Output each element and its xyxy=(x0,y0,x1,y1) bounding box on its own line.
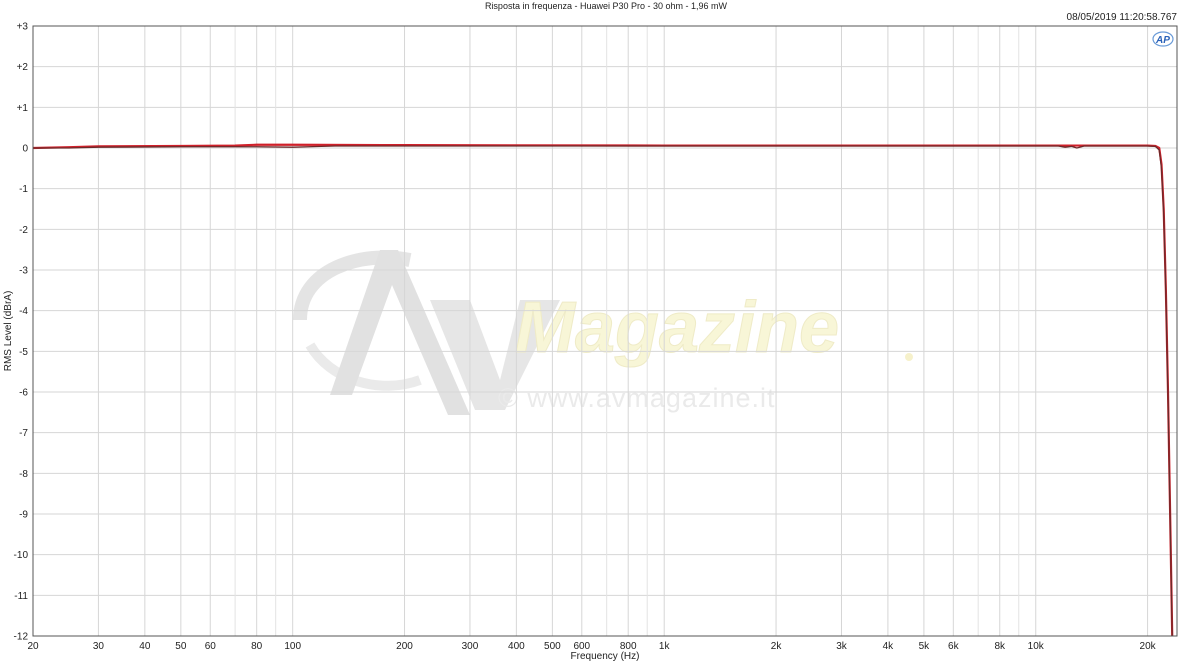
ap-logo-text: AP xyxy=(1155,35,1170,46)
y-tick-label: +3 xyxy=(17,22,29,33)
x-tick-label: 300 xyxy=(462,641,479,652)
y-tick-label: 0 xyxy=(22,144,28,155)
x-tick-label: 200 xyxy=(396,641,413,652)
x-tick-label: 2k xyxy=(771,641,783,652)
y-tick-label: -8 xyxy=(19,469,28,480)
timestamp: 08/05/2019 11:20:58.767 xyxy=(1067,12,1178,23)
x-axis-label: Frequency (Hz) xyxy=(571,651,640,662)
y-tick-label: -7 xyxy=(19,428,28,439)
x-tick-label: 20 xyxy=(27,641,39,652)
y-tick-label: -11 xyxy=(14,591,28,602)
chart-title: Risposta in frequenza - Huawei P30 Pro -… xyxy=(485,1,728,11)
x-tick-label: 400 xyxy=(508,641,525,652)
y-tick-label: -10 xyxy=(14,550,29,561)
ap-logo-icon: AP xyxy=(1152,31,1174,47)
x-tick-label: 40 xyxy=(139,641,151,652)
y-tick-label: +2 xyxy=(17,62,29,73)
y-tick-label: -9 xyxy=(19,510,28,521)
y-tick-label: -4 xyxy=(19,306,28,317)
y-tick-label: -12 xyxy=(14,632,29,643)
x-tick-label: 500 xyxy=(544,641,561,652)
y-tick-label: -1 xyxy=(19,184,28,195)
frequency-response-chart: Magazine © www.avmagazine.it +3 +2 +1 0 -1 -2… xyxy=(0,0,1200,662)
x-tick-label: 80 xyxy=(251,641,263,652)
y-tick-label: -6 xyxy=(19,388,28,399)
x-tick-label: 1k xyxy=(659,641,671,652)
watermark-url: © www.avmagazine.it xyxy=(498,383,776,413)
x-tick-label: 5k xyxy=(919,641,931,652)
x-tick-label: 100 xyxy=(284,641,301,652)
x-tick-label: 30 xyxy=(93,641,105,652)
x-tick-label: 4k xyxy=(883,641,895,652)
watermark-dot xyxy=(905,353,913,361)
x-tick-label: 20k xyxy=(1140,641,1157,652)
x-tick-label: 3k xyxy=(836,641,848,652)
chart-svg: Magazine © www.avmagazine.it +3 +2 +1 0 -1 -2… xyxy=(3,1,1178,662)
y-tick-labels: +3 +2 +1 0 -1 -2 -3 -4 -5 -6 -7 -8 -9 -10 -11 -12 xyxy=(14,22,29,643)
y-axis-label: RMS Level (dBrA) xyxy=(3,291,14,372)
y-tick-label: -2 xyxy=(19,225,28,236)
x-tick-label: 50 xyxy=(175,641,187,652)
y-tick-label: -3 xyxy=(19,266,28,277)
y-tick-label: +1 xyxy=(17,103,29,114)
x-tick-label: 8k xyxy=(994,641,1006,652)
y-tick-label: -5 xyxy=(19,347,28,358)
watermark-brand: Magazine xyxy=(515,288,839,368)
x-tick-label: 10k xyxy=(1028,641,1045,652)
x-tick-label: 6k xyxy=(948,641,960,652)
x-tick-label: 60 xyxy=(205,641,217,652)
